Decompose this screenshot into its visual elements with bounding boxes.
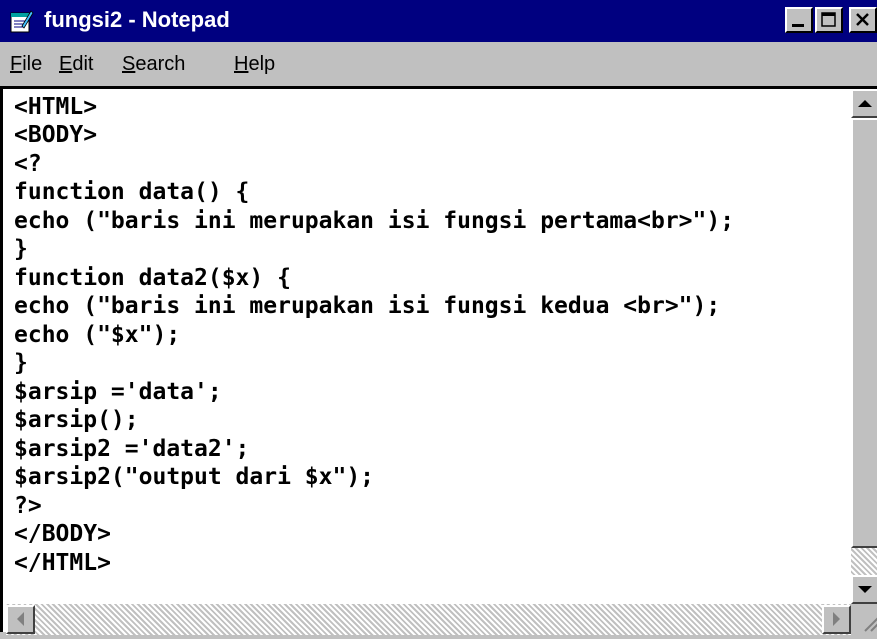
size-grip[interactable] [851, 604, 877, 635]
scroll-up-arrow-icon [858, 100, 872, 107]
menu-file[interactable]: File [10, 51, 42, 77]
scroll-down-arrow-icon [858, 586, 872, 593]
menu-search[interactable]: Search [122, 51, 185, 77]
code-line[interactable]: function data2($x) { [14, 264, 291, 292]
editor-frame: <HTML> <BODY> <? function data() { echo … [0, 86, 877, 635]
code-line[interactable]: } [14, 235, 28, 263]
scroll-thumb-vertical[interactable] [851, 118, 877, 548]
code-line[interactable]: echo ("baris ini merupakan isi fungsi ke… [14, 292, 720, 320]
title-bar[interactable]: fungsi2 - Notepad [0, 0, 877, 42]
horizontal-scrollbar[interactable] [6, 604, 851, 635]
vertical-scrollbar[interactable] [851, 89, 877, 604]
scroll-right-arrow-icon [833, 612, 840, 626]
minimize-icon [792, 24, 804, 27]
text-editor[interactable]: <HTML> <BODY> <? function data() { echo … [6, 89, 851, 604]
code-line[interactable]: ?> [14, 492, 42, 520]
maximize-icon [821, 12, 836, 27]
menu-edit[interactable]: Edit [59, 51, 93, 77]
minimize-button[interactable] [785, 7, 813, 33]
code-line[interactable]: echo ("$x"); [14, 321, 180, 349]
code-line[interactable]: <BODY> [14, 121, 97, 149]
code-line[interactable]: function data() { [14, 178, 249, 206]
code-line[interactable]: echo ("baris ini merupakan isi fungsi pe… [14, 207, 734, 235]
code-line[interactable]: } [14, 349, 28, 377]
close-button[interactable] [849, 7, 877, 33]
scroll-up-button[interactable] [851, 89, 877, 118]
close-icon [856, 13, 869, 26]
resize-grip-icon [864, 617, 877, 632]
code-line[interactable]: $arsip ='data'; [14, 378, 222, 406]
code-line[interactable]: </HTML> [14, 549, 111, 577]
menu-help[interactable]: Help [234, 51, 275, 77]
scroll-left-arrow-icon [17, 612, 24, 626]
menu-bar: File Edit Search Help [0, 42, 877, 86]
code-line[interactable]: </BODY> [14, 520, 111, 548]
maximize-button[interactable] [815, 7, 843, 33]
window-title: fungsi2 - Notepad [44, 7, 230, 32]
code-line[interactable]: <HTML> [14, 93, 97, 121]
code-line[interactable]: $arsip2 ='data2'; [14, 435, 249, 463]
notepad-icon[interactable] [8, 8, 34, 34]
code-line[interactable]: <? [14, 150, 42, 178]
scroll-right-button[interactable] [822, 605, 851, 634]
notepad-window: fungsi2 - Notepad File Edit Search Help … [0, 0, 877, 635]
code-line[interactable]: $arsip2("output dari $x"); [14, 463, 374, 491]
scroll-left-button[interactable] [6, 605, 35, 634]
scroll-down-button[interactable] [851, 575, 877, 604]
code-line[interactable]: $arsip(); [14, 406, 139, 434]
